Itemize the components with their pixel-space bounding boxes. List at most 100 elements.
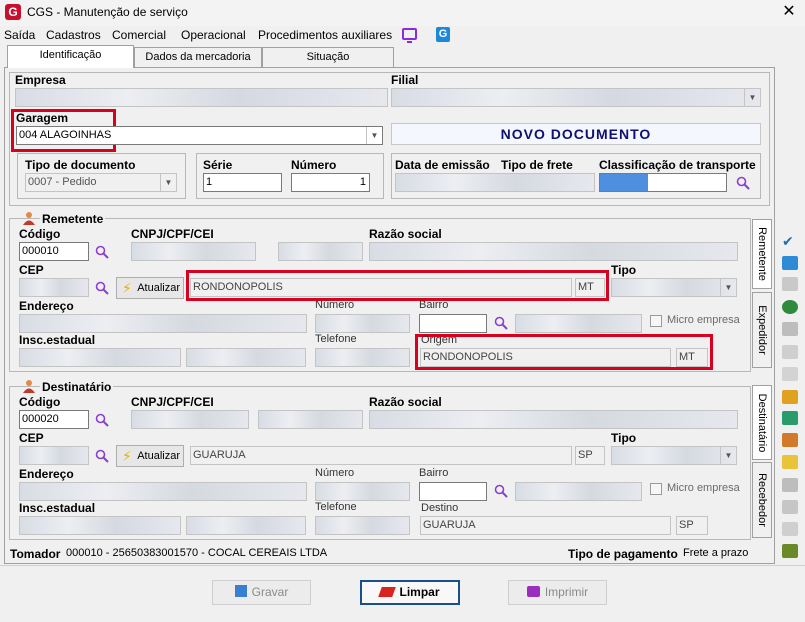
tipo-documento-dropdown-icon[interactable]: ▼ [160,174,176,191]
pagamento-value: Frete a prazo [683,547,749,559]
rem-cep-input[interactable] [19,278,89,297]
gravar-button[interactable]: Gravar [212,580,311,605]
classificacao-field[interactable] [599,173,727,192]
tipo-documento-label: Tipo de documento [25,158,136,172]
dest-cnpj-input[interactable] [131,410,249,429]
dest-insc-input[interactable] [19,516,181,535]
dest-razao-label: Razão social [369,395,442,409]
tab-identificacao[interactable]: Identificação [7,45,134,68]
tab-situacao[interactable]: Situação [262,47,394,67]
menu-comercial[interactable]: Comercial [112,28,166,42]
rem-codigo-input[interactable]: 000010 [19,242,89,261]
menu-cadastros[interactable]: Cadastros [46,28,101,42]
monitor-icon[interactable] [402,28,417,43]
rem-tipo-dropdown-icon[interactable]: ▼ [720,279,736,296]
tag-icon[interactable] [782,322,798,336]
dest-telefone-input[interactable] [315,516,410,535]
numero-input[interactable]: 1 [291,173,370,192]
dest-tipo-dropdown-icon[interactable]: ▼ [720,447,736,464]
search-icon[interactable] [95,413,109,427]
rem-tipo-select[interactable] [611,278,737,297]
dest-telefone-label: Telefone [315,501,357,513]
arrow-doc-icon[interactable] [782,345,798,359]
ciot-icon[interactable] [782,277,798,291]
empresa-label: Empresa [15,73,66,87]
dest-bairro-input[interactable] [419,482,487,501]
search-icon[interactable] [494,316,508,330]
side-tab-recebedor[interactable]: Recebedor [752,462,772,538]
dest-tipo-label: Tipo [611,431,637,445]
globe-search-icon[interactable] [782,256,798,270]
rem-numero-input[interactable] [315,314,410,333]
check-icon[interactable]: ✔ [782,234,798,248]
search-icon[interactable] [736,176,750,190]
table-icon[interactable] [782,411,798,425]
search-icon[interactable] [95,281,109,295]
search-icon[interactable] [95,245,109,259]
pagamento-label: Tipo de pagamento [568,547,678,561]
rem-cidade-field: RONDONOPOLIS [190,278,572,297]
dest-micro-empresa-checkbox[interactable] [650,483,662,495]
folder-icon[interactable] [782,522,798,536]
empresa-field[interactable] [15,88,388,107]
imprimir-button[interactable]: Imprimir [508,580,607,605]
rem-bairro-input[interactable] [419,314,487,333]
rem-telefone-input[interactable] [315,348,410,367]
menu-operacional[interactable]: Operacional [181,28,246,42]
tab-dados-mercadoria[interactable]: Dados da mercadoria [134,47,262,67]
menu-procedimentos[interactable]: Procedimentos auxiliares [258,28,392,42]
person-icon [23,212,35,225]
g-app-icon[interactable]: G [436,27,450,42]
rem-cep-label: CEP [19,263,44,277]
dest-endereco-input[interactable] [19,482,307,501]
search-icon[interactable] [95,449,109,463]
rem-uf-field: MT [575,278,605,297]
copy-doc-icon[interactable] [782,367,798,381]
dest-cidade-field: GUARUJA [190,446,572,465]
rem-razao-input[interactable] [369,242,738,261]
garagem-dropdown-icon[interactable]: ▼ [366,127,382,144]
truck-icon[interactable] [782,544,798,558]
menu-saida[interactable]: Saída [4,28,35,42]
garagem-select[interactable]: 004 ALAGOINHAS [16,126,383,145]
dest-cep-input[interactable] [19,446,89,465]
rem-micro-empresa-label: Micro empresa [667,314,740,326]
search-icon[interactable] [494,484,508,498]
serie-input[interactable]: 1 [203,173,282,192]
dest-tipo-select[interactable] [611,446,737,465]
dest-destino-field: GUARUJA [420,516,671,535]
dest-insc-label: Insc.estadual [19,501,96,515]
data-frete-field[interactable] [395,173,595,192]
remetente-title: Remetente [40,212,106,226]
rem-atualizar-button[interactable]: ⚡ Atualizar [116,277,184,299]
rem-micro-empresa-checkbox[interactable] [650,315,662,327]
hand-point-icon[interactable] [782,390,798,404]
rem-origem-label: Origem [421,334,458,346]
limpar-button[interactable]: Limpar [360,580,460,605]
dest-codigo-input[interactable]: 000020 [19,410,89,429]
serie-label: Série [203,158,233,172]
tomador-label: Tomador [10,547,61,561]
filial-dropdown-icon[interactable]: ▼ [744,89,760,106]
filial-label: Filial [391,73,419,87]
tipo-documento-select[interactable]: 0007 - Pedido [25,173,177,192]
dest-razao-input[interactable] [369,410,738,429]
app-logo-icon: G [5,4,21,20]
rem-cnpj-input[interactable] [131,242,256,261]
dest-atualizar-button[interactable]: ⚡ Atualizar [116,445,184,467]
rem-endereco-input[interactable] [19,314,307,333]
eraser-icon [378,587,397,597]
person-key-icon[interactable] [782,433,798,447]
dest-numero-input[interactable] [315,482,410,501]
gray-doc-icon[interactable] [782,478,798,492]
rem-insc-input[interactable] [19,348,181,367]
yellow-doc-icon[interactable] [782,455,798,469]
rem-numero-label: Número [315,299,355,311]
book-icon[interactable] [782,500,798,514]
filial-field[interactable] [391,88,761,107]
side-tab-remetente[interactable]: Remetente [752,219,772,289]
side-tab-destinatario[interactable]: Destinatário [752,385,772,460]
close-icon[interactable]: ✕ [778,2,800,22]
world-icon[interactable] [782,300,798,314]
side-tab-expedidor[interactable]: Expedidor [752,292,772,368]
